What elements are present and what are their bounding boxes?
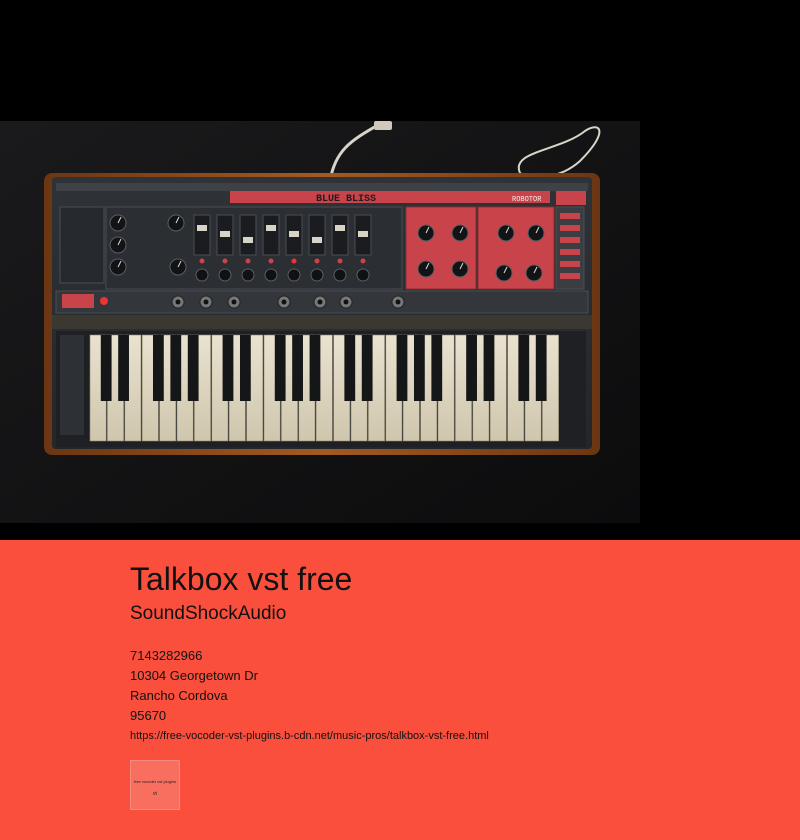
fader-cap <box>197 225 207 231</box>
keyboard <box>89 334 559 442</box>
mixer-knob <box>310 268 324 282</box>
fader-cap <box>335 225 345 231</box>
jack-hole <box>175 299 181 305</box>
page-title: Talkbox vst free <box>130 561 353 597</box>
black-key <box>535 335 547 401</box>
black-key <box>396 335 408 401</box>
jack-hole <box>281 299 287 305</box>
black-key <box>118 335 129 401</box>
fader-cap <box>243 237 253 243</box>
black-key <box>152 335 164 401</box>
top-strip <box>56 183 588 191</box>
business-info-section: Talkbox vst free SoundShockAudio 7143282… <box>0 540 800 840</box>
black-key <box>170 335 182 401</box>
red-corner-badge <box>556 191 586 205</box>
black-key <box>292 335 303 401</box>
synthesizer-photo: BLUE BLISS ROBOTOR <box>0 121 640 523</box>
jack-hole <box>343 299 349 305</box>
jack-hole <box>317 299 323 305</box>
mixer-knob <box>333 268 347 282</box>
black-key <box>344 335 356 401</box>
hero-section: BLUE BLISS ROBOTOR <box>0 0 800 540</box>
mixer-knob <box>218 268 232 282</box>
side-slider <box>560 249 580 255</box>
black-key <box>239 335 251 401</box>
jack-hole <box>395 299 401 305</box>
left-control-block <box>59 206 105 284</box>
led <box>337 258 343 264</box>
black-key <box>274 335 286 401</box>
led <box>291 258 297 264</box>
business-name: SoundShockAudio <box>130 603 287 624</box>
fader-cap <box>289 231 299 237</box>
side-slider <box>560 273 580 279</box>
fader-slot <box>193 214 211 256</box>
black-key <box>483 335 495 401</box>
black-key <box>187 335 199 401</box>
black-key <box>431 335 443 401</box>
synthesizer-image: BLUE BLISS ROBOTOR <box>0 121 640 523</box>
black-key <box>518 335 530 401</box>
mixer-knob <box>356 268 370 282</box>
panel-brand: ROBOTOR <box>512 196 542 204</box>
led <box>199 258 205 264</box>
red-fx-block-2 <box>477 206 555 290</box>
thumbnail-image[interactable]: free vocoder vst plugins vt <box>130 760 180 810</box>
phone-number: 7143282966 <box>130 648 203 663</box>
side-slider <box>560 213 580 219</box>
black-key <box>309 335 321 401</box>
black-key <box>466 335 477 401</box>
fader-cap <box>266 225 276 231</box>
thumbnail-mark: vt <box>153 791 157 797</box>
mixer-knob <box>287 268 301 282</box>
black-key <box>100 335 112 401</box>
panel-logo: BLUE BLISS <box>316 194 376 205</box>
fader-cap <box>220 231 230 237</box>
cable-plug <box>374 121 392 130</box>
page-url-link[interactable]: https://free-vocoder-vst-plugins.b-cdn.n… <box>130 729 489 744</box>
thumbnail-caption: free vocoder vst plugins <box>133 779 177 784</box>
black-key <box>222 335 234 401</box>
red-power-badge <box>62 294 94 308</box>
led <box>314 258 320 264</box>
side-slider <box>560 237 580 243</box>
fader-slot <box>262 214 280 256</box>
pitch-section <box>60 335 84 435</box>
mixer-knob <box>195 268 209 282</box>
fader-slot <box>239 214 257 256</box>
fader-slot <box>331 214 349 256</box>
zip-code: 95670 <box>130 708 167 723</box>
city: Rancho Cordova <box>130 688 228 703</box>
jack-hole <box>231 299 237 305</box>
led <box>268 258 274 264</box>
side-slider <box>560 225 580 231</box>
led <box>360 258 366 264</box>
street-address: 10304 Georgetown Dr <box>130 668 258 683</box>
red-fx-block-1 <box>405 206 477 290</box>
led <box>222 258 228 264</box>
black-key <box>361 335 373 401</box>
fader-slot <box>308 214 326 256</box>
rusty-shelf <box>52 315 592 329</box>
side-slider <box>560 261 580 267</box>
red-header-strip <box>230 191 550 203</box>
power-led <box>100 297 108 305</box>
led <box>245 258 251 264</box>
mixer-knob <box>241 268 255 282</box>
fader-cap <box>358 231 368 237</box>
mixer-knob <box>264 268 278 282</box>
jack-hole <box>203 299 209 305</box>
black-key <box>413 335 425 401</box>
fader-cap <box>312 237 322 243</box>
